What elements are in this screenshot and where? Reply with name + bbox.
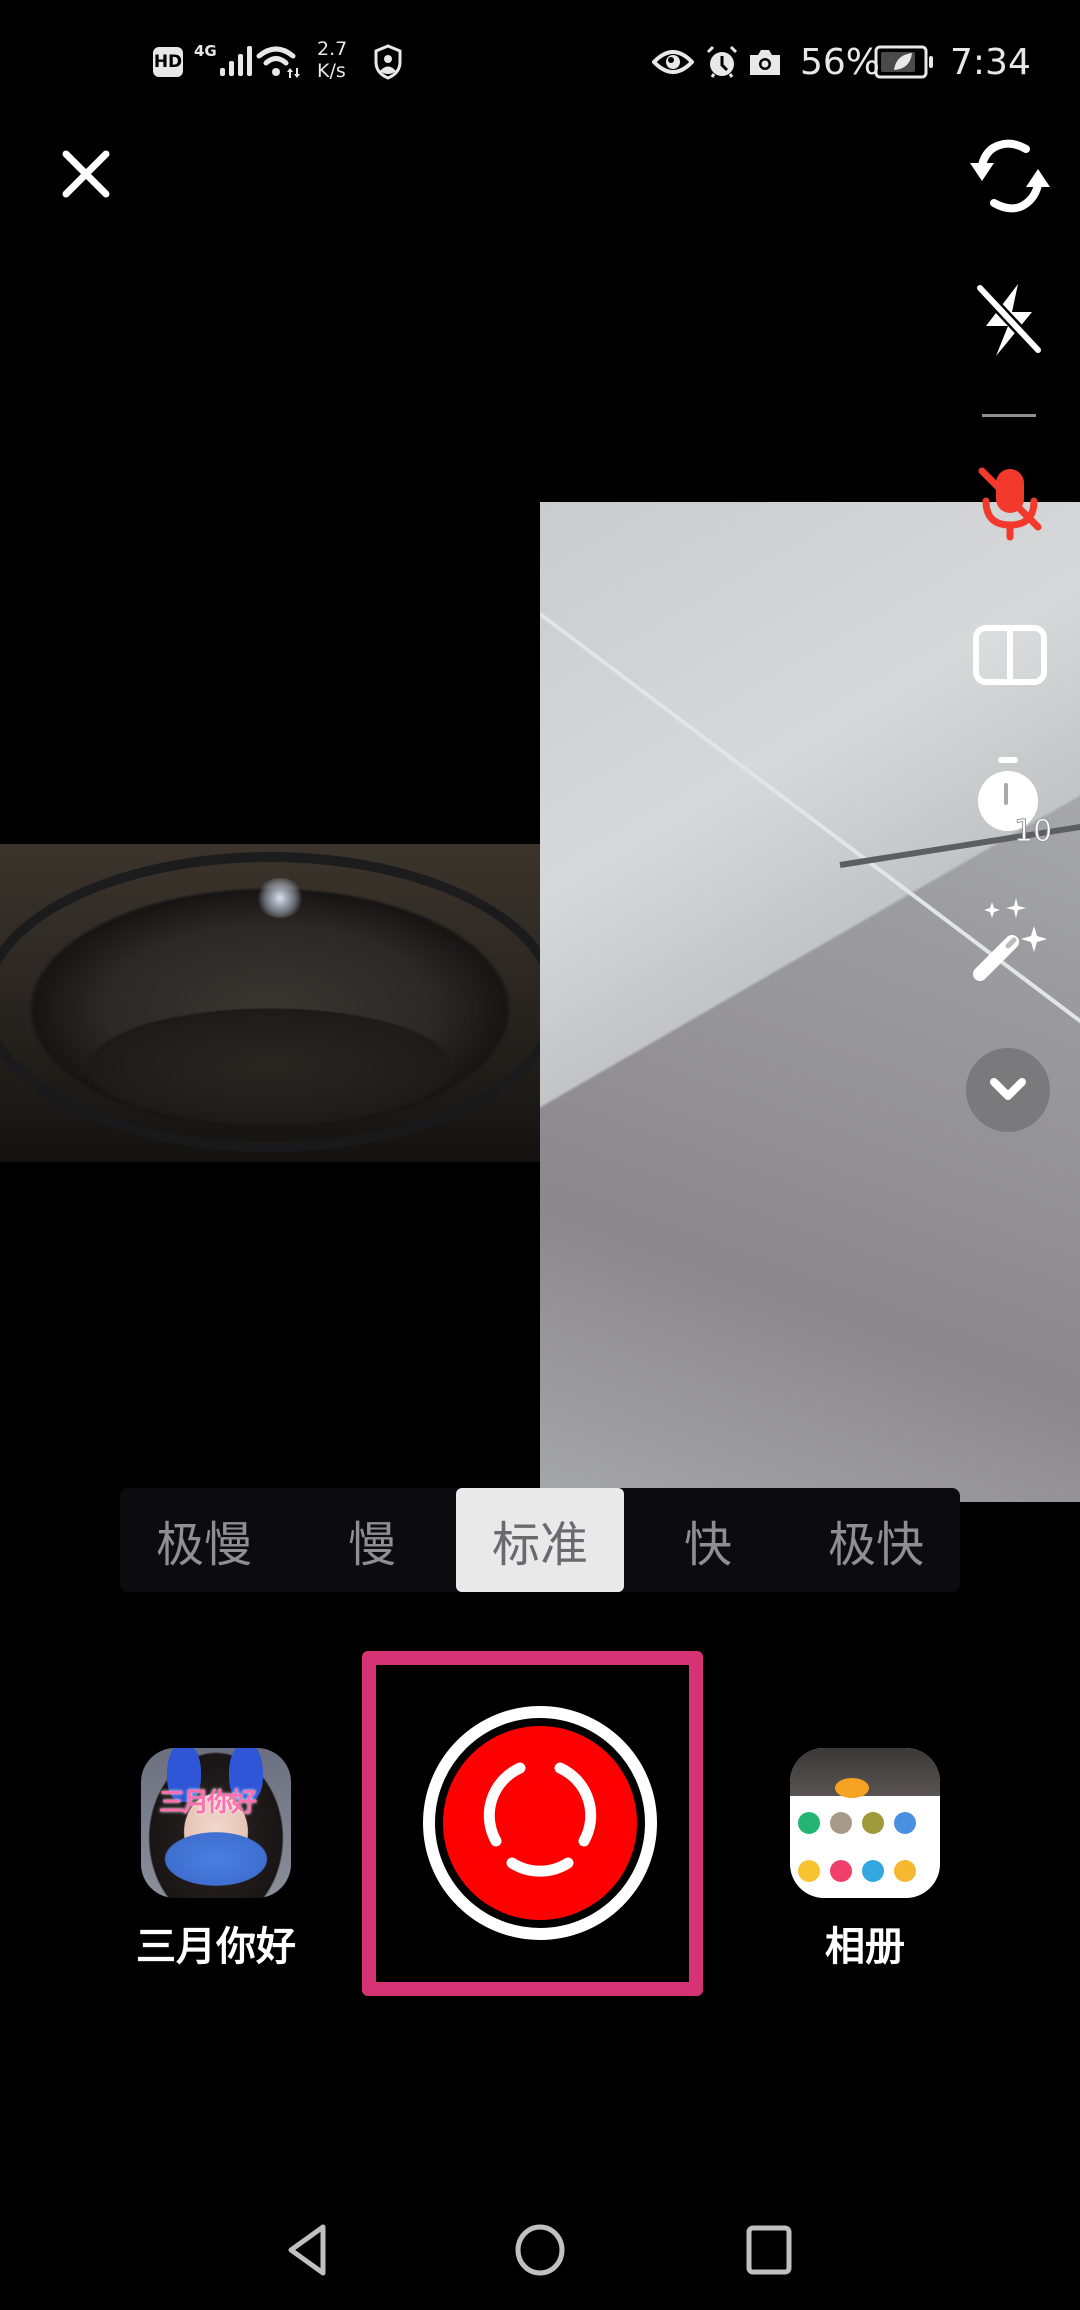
effect-thumbnail[interactable]: 三月你好	[141, 1748, 291, 1898]
chevron-down-icon	[990, 1078, 1026, 1100]
network-speed: 2.7 K/s	[317, 38, 347, 82]
camera-in-use-icon	[750, 50, 780, 75]
status-bar: HD 4G 2.7 K/s 56% 7:34	[0, 0, 1080, 120]
speed-option-slow[interactable]: 慢	[288, 1488, 456, 1592]
battery-percent: 56%	[800, 42, 881, 83]
home-icon	[515, 2224, 565, 2276]
magic-wand-icon	[973, 898, 1047, 981]
speed-option-standard[interactable]: 标准	[456, 1488, 624, 1592]
album-label[interactable]: 相册	[765, 1914, 965, 1972]
shield-user-icon	[374, 44, 402, 80]
beauty-effects-button[interactable]	[960, 895, 1060, 985]
flash-toggle-button[interactable]	[960, 275, 1060, 365]
network-type: 4G	[194, 42, 217, 60]
flip-camera-button[interactable]	[960, 130, 1060, 220]
album-thumbnail[interactable]	[790, 1748, 940, 1898]
eye-comfort-icon	[652, 50, 694, 74]
speed-option-very-fast[interactable]: 极快	[792, 1488, 960, 1592]
wifi-icon	[256, 46, 300, 78]
close-icon	[62, 150, 110, 198]
timer-button[interactable]: 10	[960, 755, 1060, 845]
speed-selector: 极慢 慢 标准 快 极快	[120, 1488, 960, 1592]
effect-label[interactable]: 三月你好	[116, 1914, 316, 1972]
record-button[interactable]	[423, 1706, 657, 1940]
battery-saver-icon	[874, 45, 933, 79]
toolbar-divider	[982, 414, 1036, 417]
speed-option-fast[interactable]: 快	[624, 1488, 792, 1592]
close-button[interactable]	[50, 138, 122, 210]
camera-preview-left	[0, 844, 540, 1162]
mic-off-icon	[978, 467, 1042, 541]
signal-strength-icon	[220, 46, 252, 76]
timer-icon: 10	[978, 757, 1050, 845]
wok-highlight	[255, 878, 305, 918]
flip-camera-icon	[970, 139, 1050, 213]
network-speed-value: 2.7	[317, 38, 348, 60]
hd-voice-icon: HD	[153, 47, 183, 77]
nav-recents-button[interactable]	[734, 2215, 804, 2285]
speed-option-very-slow[interactable]: 极慢	[120, 1488, 288, 1592]
album-preview-orange	[835, 1778, 869, 1798]
nav-home-button[interactable]	[505, 2215, 575, 2285]
back-icon	[288, 2224, 326, 2276]
more-tools-button[interactable]	[966, 1048, 1050, 1132]
flash-off-icon	[975, 284, 1043, 356]
alarm-icon	[706, 45, 738, 78]
effect-thumb-text: 三月你好	[159, 1788, 257, 1818]
nav-back-button[interactable]	[274, 2215, 344, 2285]
timer-badge: 10	[1014, 814, 1050, 845]
recents-icon	[746, 2225, 792, 2275]
record-icon	[423, 1706, 657, 1940]
network-speed-unit: K/s	[317, 60, 346, 82]
split-layout-icon	[973, 625, 1047, 685]
mic-toggle-button[interactable]	[960, 465, 1060, 545]
split-layout-button[interactable]	[960, 615, 1060, 695]
clock: 7:34	[950, 42, 1031, 83]
